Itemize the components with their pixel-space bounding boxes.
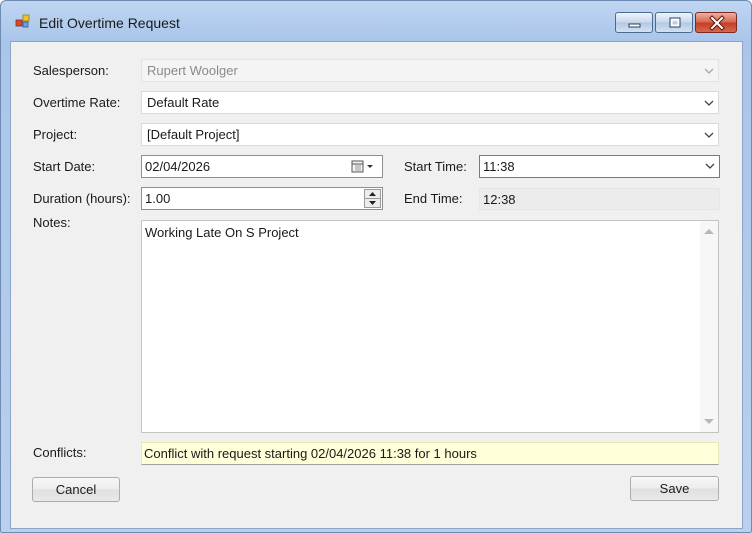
scroll-down-icon[interactable] [700, 416, 718, 428]
end-time-label: End Time: [404, 191, 463, 206]
project-combo[interactable]: [Default Project] [141, 123, 719, 146]
minimize-icon [628, 23, 641, 28]
overtime-rate-combo[interactable]: Default Rate [141, 91, 719, 114]
overtime-rate-label: Overtime Rate: [33, 95, 121, 110]
start-date-value: 02/04/2026 [145, 159, 211, 174]
spinner-arrows-icon[interactable] [364, 189, 381, 208]
title-bar[interactable]: Edit Overtime Request [1, 1, 751, 41]
scroll-up-icon[interactable] [700, 225, 718, 237]
start-time-combo[interactable]: 11:38 [479, 155, 720, 178]
close-button[interactable] [695, 12, 737, 33]
cancel-button[interactable]: Cancel [32, 477, 120, 502]
notes-scrollbar[interactable] [700, 221, 718, 432]
start-date-picker[interactable]: 02/04/2026 [141, 155, 383, 178]
duration-stepper[interactable]: 1.00 [141, 187, 383, 210]
maximize-button[interactable] [655, 12, 693, 33]
chevron-down-icon[interactable] [702, 128, 716, 142]
salesperson-combo: Rupert Woolger [141, 59, 719, 82]
chevron-down-icon[interactable] [703, 159, 717, 173]
notes-value: Working Late On S Project [145, 225, 299, 240]
conflicts-label: Conflicts: [33, 445, 87, 460]
overtime-rate-value: Default Rate [147, 95, 220, 110]
start-time-label: Start Time: [404, 159, 467, 174]
app-icon [15, 14, 30, 28]
end-time-field: 12:38 [479, 188, 720, 210]
close-icon [709, 15, 725, 31]
salesperson-value: Rupert Woolger [147, 63, 238, 78]
form-panel: Salesperson: Rupert Woolger Overtime Rat… [10, 41, 743, 529]
window-title: Edit Overtime Request [39, 15, 180, 31]
save-button[interactable]: Save [630, 476, 719, 501]
start-time-value: 11:38 [483, 159, 515, 174]
notes-textarea[interactable]: Working Late On S Project [141, 220, 719, 433]
salesperson-label: Salesperson: [33, 63, 109, 78]
chevron-down-icon[interactable] [702, 96, 716, 110]
chevron-down-icon [704, 68, 714, 74]
edit-overtime-request-window: Edit Overtime Request Salesperson: Ruper… [0, 0, 752, 533]
project-value: [Default Project] [147, 127, 240, 142]
project-label: Project: [33, 127, 78, 142]
maximize-icon [669, 17, 681, 28]
notes-label: Notes: [33, 215, 71, 230]
calendar-icon[interactable] [350, 159, 378, 175]
duration-label: Duration (hours): [33, 191, 131, 206]
start-date-label: Start Date: [33, 159, 96, 174]
conflicts-value: Conflict with request starting 02/04/202… [144, 446, 477, 461]
minimize-button[interactable] [615, 12, 653, 33]
conflicts-field: Conflict with request starting 02/04/202… [141, 442, 719, 465]
end-time-value: 12:38 [483, 192, 516, 207]
duration-value: 1.00 [145, 191, 171, 206]
